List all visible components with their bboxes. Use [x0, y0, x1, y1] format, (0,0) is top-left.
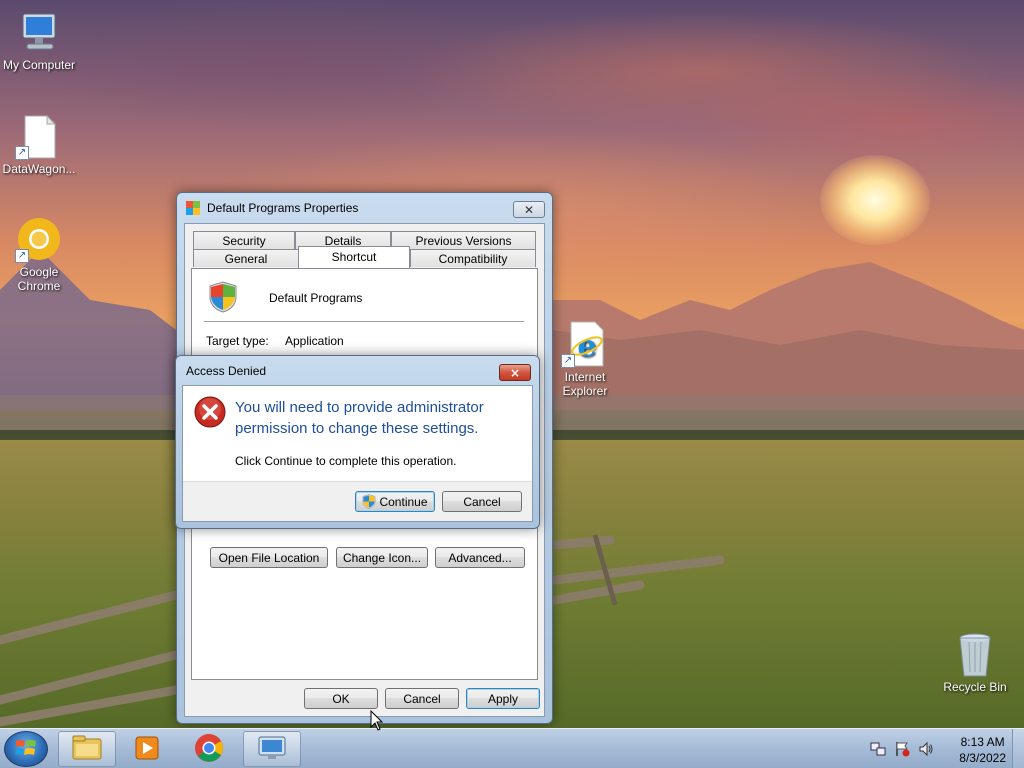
- button-label: OK: [332, 691, 350, 706]
- tab-general[interactable]: General: [193, 249, 299, 267]
- desktop-icon-label: Recycle Bin: [943, 680, 1007, 694]
- windows-explorer-icon: [70, 734, 104, 765]
- desktop-icon-label: Google Chrome: [17, 265, 61, 293]
- chrome-icon: [194, 733, 224, 766]
- tab-label: Security: [222, 233, 266, 248]
- button-label: Cancel: [463, 494, 501, 509]
- system-tray: 8:13 AM 8/3/2022: [864, 729, 1024, 768]
- desktop-icon-label: Internet Explorer: [562, 370, 608, 398]
- tab-previous-versions[interactable]: Previous Versions: [391, 231, 536, 249]
- access-denied-content: You will need to provide administrator p…: [182, 385, 533, 522]
- shortcut-arrow-icon: ↗: [15, 146, 29, 160]
- windows-logo-icon: [15, 738, 37, 761]
- tab-label: Compatibility: [438, 251, 508, 266]
- separator: [204, 321, 524, 322]
- dialog-footer: Continue Cancel: [183, 481, 532, 521]
- internet-explorer-icon: e ↗: [561, 320, 609, 368]
- taskbar-control-panel[interactable]: [243, 731, 301, 767]
- main-instruction: You will need to provide administrator p…: [235, 399, 484, 437]
- uac-shield-icon: [208, 281, 238, 313]
- show-desktop-button[interactable]: [1012, 729, 1024, 768]
- control-panel-icon: [256, 734, 288, 765]
- advanced-button[interactable]: Advanced...: [435, 547, 525, 568]
- tab-label: Previous Versions: [415, 233, 512, 248]
- svg-text:e: e: [577, 329, 596, 364]
- target-type-value: Application: [285, 334, 344, 348]
- content-text: Click Continue to complete this operatio…: [235, 454, 457, 468]
- close-icon: ✕: [523, 202, 535, 217]
- access-denied-dialog: Access Denied × You will need to provide…: [175, 355, 540, 529]
- desktop-icon-my-computer[interactable]: My Computer: [0, 8, 78, 72]
- access-denied-close-button[interactable]: ×: [499, 364, 531, 381]
- properties-titlebar[interactable]: Default Programs Properties: [177, 193, 552, 223]
- tab-shortcut[interactable]: Shortcut: [298, 246, 410, 268]
- desktop-icon-datawagon[interactable]: ↗ DataWagon...: [0, 112, 78, 176]
- mouse-cursor-icon: [370, 710, 384, 731]
- access-denied-title: Access Denied: [186, 364, 267, 378]
- open-file-location-button[interactable]: Open File Location: [210, 547, 328, 568]
- taskbar-chrome[interactable]: [180, 731, 238, 767]
- media-player-icon: [132, 734, 162, 765]
- properties-title: Default Programs Properties: [207, 201, 359, 215]
- tab-compatibility[interactable]: Compatibility: [410, 249, 536, 267]
- desktop-icon-google-chrome[interactable]: ↗ Google Chrome: [0, 215, 78, 293]
- ok-button[interactable]: OK: [304, 688, 378, 709]
- taskbar-media-player[interactable]: [118, 731, 176, 767]
- clock[interactable]: 8:13 AM 8/3/2022: [959, 734, 1006, 766]
- chrome-canary-icon: ↗: [15, 215, 63, 263]
- tab-security[interactable]: Security: [193, 231, 295, 249]
- desktop-icon-recycle-bin[interactable]: Recycle Bin: [936, 630, 1014, 694]
- taskbar: 8:13 AM 8/3/2022: [0, 728, 1024, 768]
- default-programs-icon: [185, 200, 201, 216]
- start-button[interactable]: [4, 731, 48, 767]
- action-center-flag-icon[interactable]: [894, 741, 910, 760]
- shortcut-app-name: Default Programs: [269, 291, 363, 305]
- tab-label: Shortcut: [331, 250, 377, 264]
- desktop-icon-internet-explorer[interactable]: e ↗ Internet Explorer: [546, 320, 624, 398]
- cancel-button[interactable]: Cancel: [385, 688, 459, 709]
- button-label: Open File Location: [218, 550, 320, 565]
- shortcut-arrow-icon: ↗: [561, 354, 575, 368]
- button-label: Cancel: [403, 691, 441, 706]
- close-icon: ×: [509, 365, 521, 380]
- target-type-label: Target type:: [206, 334, 269, 348]
- shortcut-arrow-icon: ↗: [15, 249, 29, 263]
- desktop-icon-label: My Computer: [2, 58, 76, 72]
- tab-label: General: [224, 251, 268, 266]
- cancel-button[interactable]: Cancel: [442, 491, 522, 512]
- button-label: Advanced...: [448, 550, 512, 565]
- button-label: Continue: [379, 494, 428, 509]
- computer-icon: [15, 8, 63, 56]
- properties-close-button[interactable]: ✕: [513, 201, 545, 218]
- clock-time: 8:13 AM: [960, 735, 1005, 749]
- apply-button[interactable]: Apply: [466, 688, 540, 709]
- recycle-bin-icon: [951, 630, 999, 678]
- clock-date: 8/3/2022: [959, 751, 1006, 765]
- button-label: Apply: [487, 691, 519, 706]
- network-icon[interactable]: [870, 741, 886, 760]
- change-icon-button[interactable]: Change Icon...: [336, 547, 428, 568]
- volume-icon[interactable]: [918, 741, 934, 760]
- desktop-icon-label: DataWagon...: [2, 162, 76, 176]
- access-denied-titlebar[interactable]: Access Denied: [176, 356, 539, 386]
- error-icon: [194, 396, 226, 428]
- document-icon: ↗: [15, 112, 63, 160]
- uac-shield-icon: [362, 494, 376, 509]
- taskbar-windows-explorer[interactable]: [58, 731, 116, 767]
- continue-button[interactable]: Continue: [355, 491, 435, 512]
- button-label: Change Icon...: [342, 550, 422, 565]
